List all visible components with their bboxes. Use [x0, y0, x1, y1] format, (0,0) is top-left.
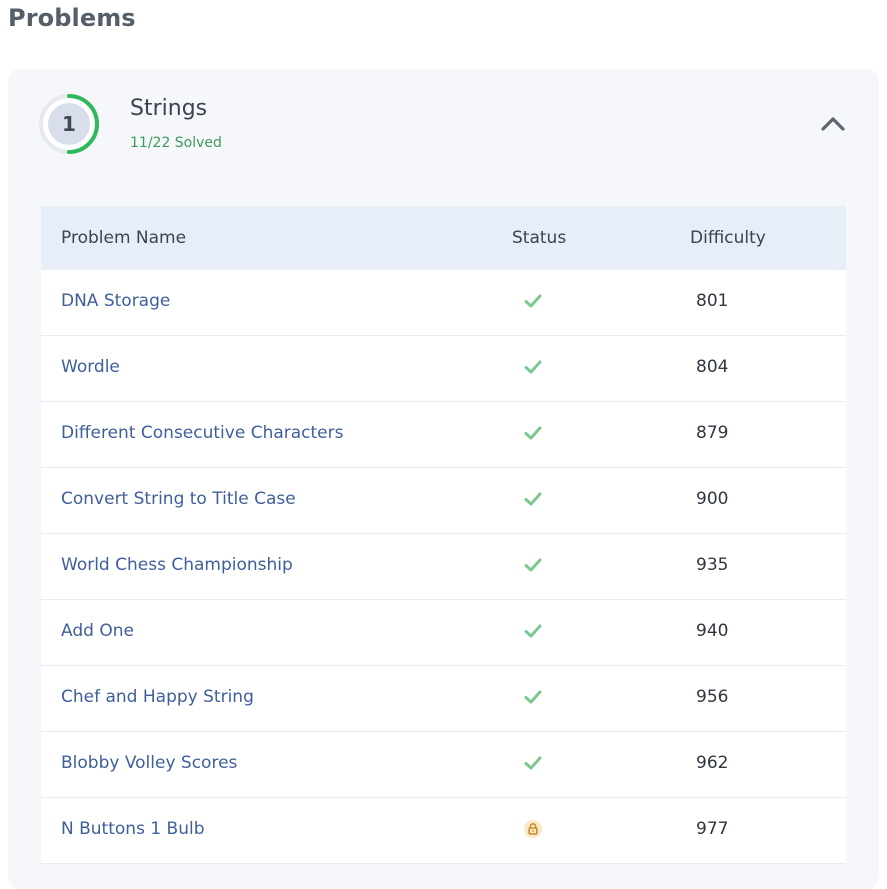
- topic-progress-ring: 1: [39, 94, 99, 154]
- problem-name-link[interactable]: Add One: [61, 621, 134, 641]
- problem-name-link[interactable]: Chef and Happy String: [61, 687, 254, 707]
- problem-name-link[interactable]: Different Consecutive Characters: [61, 423, 343, 443]
- problems-table: Problem Name Status Difficulty DNA Stora…: [41, 206, 846, 864]
- problem-name-link[interactable]: Blobby Volley Scores: [61, 753, 237, 773]
- table-row: Wordle 804: [41, 336, 846, 402]
- difficulty-value: 900: [696, 489, 729, 509]
- problem-name-link[interactable]: DNA Storage: [61, 291, 170, 311]
- header-problem-name: Problem Name: [61, 228, 187, 248]
- lock-icon: [524, 820, 542, 838]
- difficulty-value: 879: [696, 423, 729, 443]
- difficulty-value: 935: [696, 555, 729, 575]
- check-icon: [524, 688, 542, 706]
- check-icon: [524, 358, 542, 376]
- topic-card: 1 Strings 11/22 Solved Problem Name Stat…: [8, 69, 879, 889]
- table-row: Convert String to Title Case 900: [41, 468, 846, 534]
- table-row: Chef and Happy String 956: [41, 666, 846, 732]
- difficulty-value: 956: [696, 687, 729, 707]
- problem-name-link[interactable]: Wordle: [61, 357, 120, 377]
- problem-name-link[interactable]: Convert String to Title Case: [61, 489, 296, 509]
- table-row: Blobby Volley Scores 962: [41, 732, 846, 798]
- check-icon: [524, 754, 542, 772]
- table-row: N Buttons 1 Bulb 977: [41, 798, 846, 864]
- table-header: Problem Name Status Difficulty: [41, 206, 846, 270]
- topic-title: Strings: [130, 96, 208, 121]
- problem-name-link[interactable]: N Buttons 1 Bulb: [61, 819, 205, 839]
- check-icon: [524, 292, 542, 310]
- check-icon: [524, 424, 542, 442]
- table-row: DNA Storage 801: [41, 270, 846, 336]
- page-title: Problems: [8, 4, 136, 32]
- problem-name-link[interactable]: World Chess Championship: [61, 555, 293, 575]
- collapse-button[interactable]: [819, 111, 847, 135]
- difficulty-value: 804: [696, 357, 729, 377]
- topic-solved-count: 11/22 Solved: [130, 135, 222, 151]
- header-status: Status: [512, 228, 567, 248]
- chevron-up-icon: [821, 117, 845, 131]
- table-row: Add One 940: [41, 600, 846, 666]
- check-icon: [524, 622, 542, 640]
- difficulty-value: 962: [696, 753, 729, 773]
- table-row: Different Consecutive Characters 879: [41, 402, 846, 468]
- header-difficulty: Difficulty: [690, 228, 766, 248]
- check-icon: [524, 490, 542, 508]
- difficulty-value: 977: [696, 819, 729, 839]
- check-icon: [524, 556, 542, 574]
- difficulty-value: 801: [696, 291, 729, 311]
- topic-number: 1: [62, 112, 76, 136]
- difficulty-value: 940: [696, 621, 729, 641]
- table-row: World Chess Championship 935: [41, 534, 846, 600]
